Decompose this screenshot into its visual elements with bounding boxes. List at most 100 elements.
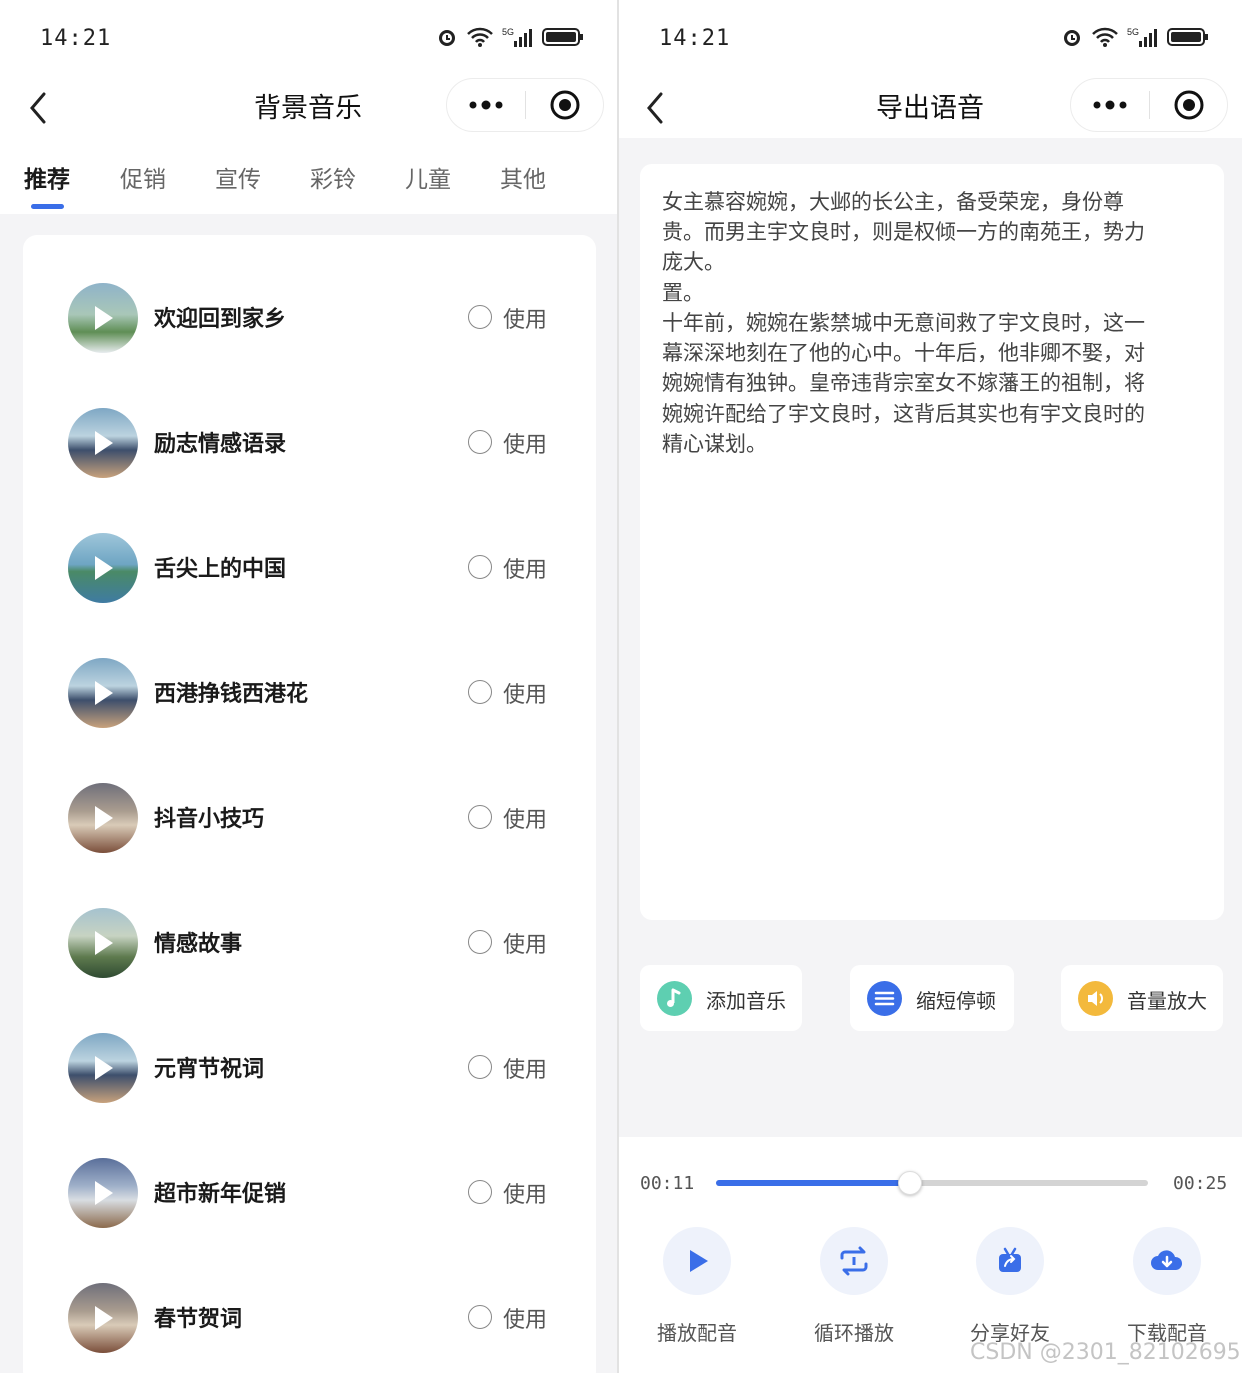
progress-track[interactable] <box>716 1171 1148 1195</box>
item-title: 西港挣钱西港花 <box>154 682 309 707</box>
wifi-icon <box>467 27 493 47</box>
nav-bar: 导出语音 <box>619 78 1242 138</box>
use-button[interactable]: 使用 <box>503 1052 547 1084</box>
tool-label: 缩短停顿 <box>916 989 996 1013</box>
play-icon <box>95 1306 113 1330</box>
category-tabs: 推荐 促销 宣传 彩铃 儿童 其他 <box>0 138 617 214</box>
music-list: 欢迎回到家乡 使用 励志情感语录 使用 舌尖上的中国 使用 西港挣钱西港花 使用… <box>23 235 596 1373</box>
cover-thumbnail <box>68 658 138 728</box>
audio-icon[interactable] <box>468 1055 492 1079</box>
play-icon <box>95 681 113 705</box>
more-dots-icon <box>1093 100 1127 110</box>
text-line: 婉婉情有独钟。皇帝违背宗室女不嫁藩王的祖制，将 <box>662 371 1145 395</box>
text-line: 贵。而男主宇文良时，则是权倾一方的南苑王，势力 <box>662 220 1145 244</box>
back-icon[interactable] <box>639 88 675 128</box>
text-line: 幕深深地刻在了他的心中。十年后，他非卿不娶，对 <box>662 341 1145 365</box>
play-icon <box>690 1250 708 1272</box>
target-icon <box>1174 90 1203 120</box>
audio-icon[interactable] <box>468 930 492 954</box>
download-voice-button[interactable]: 下载配音 <box>1112 1227 1222 1345</box>
background-music-screen: 14:21 5G 背景音乐 推荐 促销 宣传 彩铃 儿童 其他 欢迎回到家乡 使… <box>0 0 617 1373</box>
status-time: 14:21 <box>659 26 731 51</box>
status-bar: 14:21 5G <box>619 0 1242 78</box>
tab-other[interactable]: 其他 <box>500 160 546 194</box>
audio-icon[interactable] <box>468 305 492 329</box>
repeat-icon <box>840 1246 868 1276</box>
status-time: 14:21 <box>40 26 112 51</box>
play-icon <box>95 1181 113 1205</box>
tab-publicity[interactable]: 宣传 <box>215 160 261 194</box>
close-miniapp-button[interactable] <box>1150 79 1227 131</box>
share-icon <box>999 1247 1021 1272</box>
item-title: 励志情感语录 <box>154 432 287 457</box>
audio-icon[interactable] <box>468 555 492 579</box>
back-icon[interactable] <box>22 88 58 128</box>
music-note-icon <box>657 981 692 1016</box>
audio-icon[interactable] <box>468 430 492 454</box>
wifi-icon <box>1092 27 1118 47</box>
cover-thumbnail <box>68 1158 138 1228</box>
battery-icon <box>1167 28 1208 46</box>
share-circle <box>976 1227 1044 1295</box>
add-music-button[interactable]: 添加音乐 <box>640 965 802 1031</box>
item-title: 春节贺词 <box>154 1307 243 1332</box>
text-line: 婉婉许配给了宇文良时，这背后其实也有宇文良时的 <box>662 402 1145 426</box>
use-button[interactable]: 使用 <box>503 677 547 709</box>
more-button[interactable] <box>1071 79 1149 131</box>
use-button[interactable]: 使用 <box>503 302 547 334</box>
text-line: 庞大。 <box>662 250 725 274</box>
play-icon <box>95 1056 113 1080</box>
tab-recommend[interactable]: 推荐 <box>24 160 70 194</box>
export-voice-screen: 14:21 5G 导出语音 女主慕容婉婉，大邺的长公主，备受荣宠，身份尊 贵。而… <box>619 0 1242 1373</box>
tab-promotion[interactable]: 促销 <box>120 160 166 194</box>
list-item[interactable]: 春节贺词 使用 <box>23 1283 596 1373</box>
action-label: 播放配音 <box>657 1321 737 1345</box>
page-title: 背景音乐 <box>254 93 362 124</box>
audio-icon[interactable] <box>468 805 492 829</box>
progress-fill <box>716 1180 911 1186</box>
script-text-area[interactable]: 女主慕容婉婉，大邺的长公主，备受荣宠，身份尊 贵。而男主宇文良时，则是权倾一方的… <box>640 164 1224 920</box>
loop-play-button[interactable]: 循环播放 <box>799 1227 909 1345</box>
use-button[interactable]: 使用 <box>503 1177 547 1209</box>
play-icon <box>95 556 113 580</box>
audio-icon[interactable] <box>468 1180 492 1204</box>
play-voice-button[interactable]: 播放配音 <box>642 1227 752 1345</box>
more-button[interactable] <box>447 79 525 131</box>
page-title: 导出语音 <box>876 93 984 124</box>
play-icon <box>95 931 113 955</box>
progress-knob[interactable] <box>898 1171 923 1195</box>
svg-text:5G: 5G <box>502 27 514 37</box>
use-button[interactable]: 使用 <box>503 927 547 959</box>
total-time: 00:25 <box>1173 1173 1228 1194</box>
lines-icon <box>867 981 902 1016</box>
item-title: 情感故事 <box>154 932 243 957</box>
use-button[interactable]: 使用 <box>503 427 547 459</box>
item-title: 元宵节祝词 <box>154 1057 265 1082</box>
text-line: 精心谋划。 <box>662 432 767 456</box>
alarm-icon <box>439 30 455 46</box>
use-button[interactable]: 使用 <box>503 1302 547 1334</box>
miniapp-capsule <box>1070 78 1228 132</box>
download-icon <box>1151 1250 1183 1270</box>
status-icons: 5G <box>436 26 584 48</box>
status-bar: 14:21 5G <box>0 0 617 78</box>
volume-boost-button[interactable]: 音量放大 <box>1061 965 1223 1031</box>
watermark-text: CSDN @2301_82102695 <box>970 1340 1241 1365</box>
battery-icon <box>542 28 583 46</box>
share-friend-button[interactable]: 分享好友 <box>955 1227 1065 1345</box>
use-button[interactable]: 使用 <box>503 802 547 834</box>
tab-children[interactable]: 儿童 <box>405 160 451 194</box>
close-miniapp-button[interactable] <box>526 79 603 131</box>
audio-icon[interactable] <box>468 1305 492 1329</box>
signal-5g-icon: 5G <box>502 27 532 47</box>
active-tab-indicator <box>31 204 64 209</box>
tab-ringtone[interactable]: 彩铃 <box>310 160 356 194</box>
audio-icon[interactable] <box>468 680 492 704</box>
miniapp-capsule <box>446 78 604 132</box>
shorten-pause-button[interactable]: 缩短停顿 <box>850 965 1014 1031</box>
more-dots-icon <box>469 100 503 110</box>
audio-player: 00:11 00:25 播放配音 循环播放 分享好友 下载配音 <box>619 1137 1242 1373</box>
use-button[interactable]: 使用 <box>503 552 547 584</box>
cover-thumbnail <box>68 283 138 353</box>
cover-thumbnail <box>68 783 138 853</box>
